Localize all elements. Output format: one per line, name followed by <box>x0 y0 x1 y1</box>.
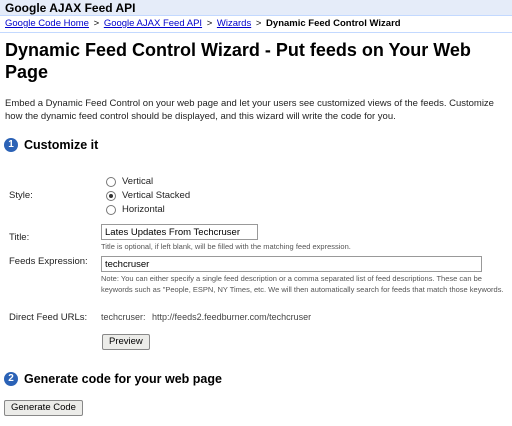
step-number-badge: 1 <box>4 138 18 152</box>
radio-button-selected[interactable] <box>106 190 116 201</box>
site-title: Google AJAX Feed API <box>5 1 136 15</box>
preview-button[interactable]: Preview <box>102 334 150 350</box>
title-hint: Title is optional, if left blank, will b… <box>101 242 351 251</box>
style-option-label: Vertical <box>122 176 154 187</box>
breadcrumb-current: Dynamic Feed Control Wizard <box>266 18 401 29</box>
style-option-label: Horizontal <box>122 204 165 215</box>
breadcrumb-separator: > <box>206 18 213 29</box>
breadcrumb-link-wizards[interactable]: Wizards <box>217 18 251 29</box>
generate-code-button[interactable]: Generate Code <box>4 400 83 416</box>
header-divider <box>0 32 512 33</box>
step2-heading-text: Generate code for your web page <box>24 372 222 386</box>
style-option-horizontal[interactable]: Horizontal <box>106 204 165 215</box>
direct-feed-url-row: techcruser: http://feeds2.feedburner.com… <box>101 312 311 322</box>
title-input[interactable] <box>101 224 258 240</box>
direct-feed-name: techcruser: <box>101 312 146 322</box>
radio-button[interactable] <box>106 204 116 215</box>
site-header: Google AJAX Feed API <box>0 0 512 16</box>
breadcrumb-separator: > <box>255 18 262 29</box>
style-option-vertical-stacked[interactable]: Vertical Stacked <box>106 190 190 201</box>
page-title: Dynamic Feed Control Wizard - Put feeds … <box>5 40 471 82</box>
step2-heading: 2 Generate code for your web page <box>4 372 222 386</box>
style-label: Style: <box>9 190 33 201</box>
breadcrumb-link-code-home[interactable]: Google Code Home <box>5 18 89 29</box>
step1-heading: 1 Customize it <box>4 138 98 152</box>
radio-button[interactable] <box>106 176 116 187</box>
breadcrumb-separator: > <box>93 18 100 29</box>
step1-heading-text: Customize it <box>24 138 99 152</box>
feeds-expression-label: Feeds Expression: <box>9 256 88 267</box>
breadcrumb: Google Code Home > Google AJAX Feed API … <box>5 18 401 29</box>
step-number-badge: 2 <box>4 372 18 386</box>
feeds-expression-input[interactable] <box>101 256 482 272</box>
breadcrumb-link-feed-api[interactable]: Google AJAX Feed API <box>104 18 202 29</box>
style-option-vertical[interactable]: Vertical <box>106 176 153 187</box>
direct-feed-url: http://feeds2.feedburner.com/techcruser <box>152 312 312 322</box>
intro-text: Embed a Dynamic Feed Control on your web… <box>5 98 494 122</box>
feeds-expression-hint: Note: You can either specify a single fe… <box>101 274 504 294</box>
direct-feed-urls-label: Direct Feed URLs: <box>9 312 88 323</box>
title-label: Title: <box>9 232 30 243</box>
style-option-label: Vertical Stacked <box>122 190 191 201</box>
